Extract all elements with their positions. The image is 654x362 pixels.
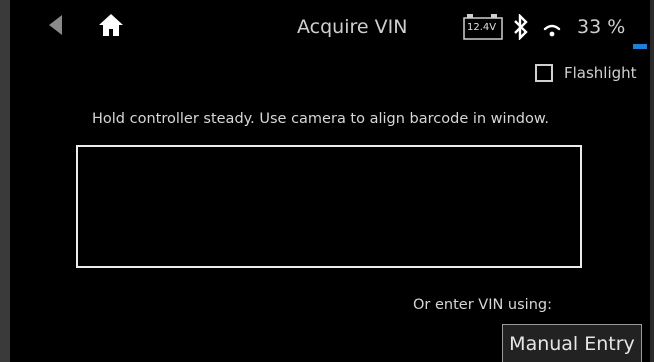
battery-percent: 33 % — [577, 16, 626, 38]
wifi-icon — [543, 22, 561, 42]
right-bezel — [650, 0, 654, 362]
page-title: Acquire VIN — [297, 16, 408, 38]
battery-level-bar — [633, 34, 647, 49]
barcode-scan-window — [76, 145, 582, 268]
screen: Acquire VIN 12.4V 33 % Flashlight Hold c… — [0, 0, 654, 362]
home-icon[interactable] — [98, 13, 124, 41]
left-bezel — [0, 0, 10, 362]
flashlight-checkbox[interactable] — [535, 64, 553, 82]
back-arrow-icon[interactable] — [48, 14, 64, 40]
scan-instructions: Hold controller steady. Use camera to al… — [92, 111, 549, 127]
header-bar: Acquire VIN 12.4V 33 % — [10, 0, 650, 56]
manual-entry-button[interactable]: Manual Entry — [502, 324, 642, 362]
alt-entry-prompt: Or enter VIN using: — [413, 297, 552, 313]
bluetooth-icon — [513, 13, 529, 44]
flashlight-label[interactable]: Flashlight — [564, 64, 637, 82]
battery-voltage: 12.4V — [467, 22, 497, 33]
